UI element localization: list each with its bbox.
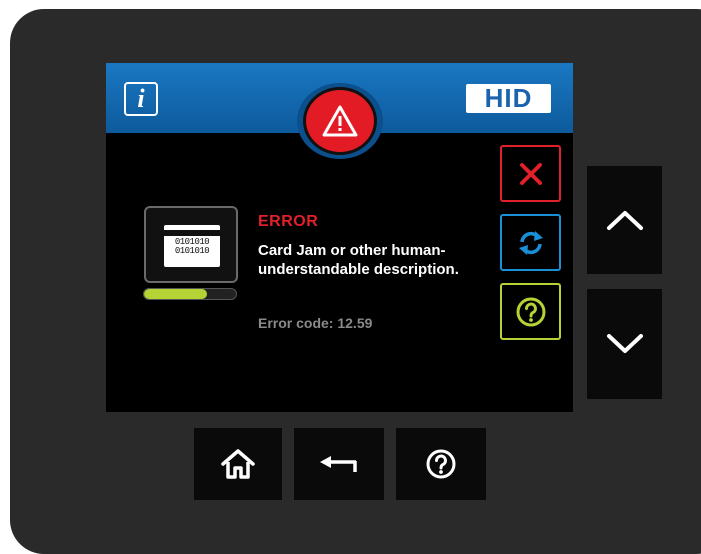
retry-icon: [518, 230, 543, 255]
retry-button[interactable]: [500, 214, 561, 271]
help-button[interactable]: [500, 283, 561, 340]
scroll-down-button[interactable]: [587, 289, 662, 399]
card-graphic: 0101010 0101010: [164, 225, 220, 267]
home-button[interactable]: [194, 428, 282, 500]
warning-triangle-icon: [303, 87, 377, 155]
chevron-down-icon: [606, 334, 643, 353]
scroll-up-button[interactable]: [587, 166, 662, 274]
help-icon: [426, 449, 456, 479]
chevron-up-icon: [606, 211, 643, 230]
card-binary-text: 0101010 0101010: [169, 238, 215, 256]
home-icon: [221, 449, 255, 479]
help-icon: [516, 297, 545, 326]
close-icon: [519, 162, 542, 185]
error-description: Card Jam or other human-understandable d…: [258, 242, 459, 278]
progress-fill: [144, 289, 207, 299]
info-button[interactable]: i: [124, 82, 158, 116]
cancel-button[interactable]: [500, 145, 561, 202]
card-binary-line: 0101010: [174, 246, 210, 256]
printer-card-icon: 0101010 0101010: [144, 206, 238, 283]
progress-bar: [143, 288, 237, 300]
card-stripe: [164, 230, 220, 236]
touch-screen: i HID 0101010 0101010 ERROR Card Jam or …: [106, 63, 573, 412]
error-title: ERROR: [258, 213, 319, 230]
hid-logo: HID: [466, 83, 551, 113]
back-button[interactable]: [294, 428, 384, 500]
back-arrow-icon: [320, 456, 357, 472]
error-code: Error code: 12.59: [258, 315, 373, 331]
hardware-help-button[interactable]: [396, 428, 486, 500]
